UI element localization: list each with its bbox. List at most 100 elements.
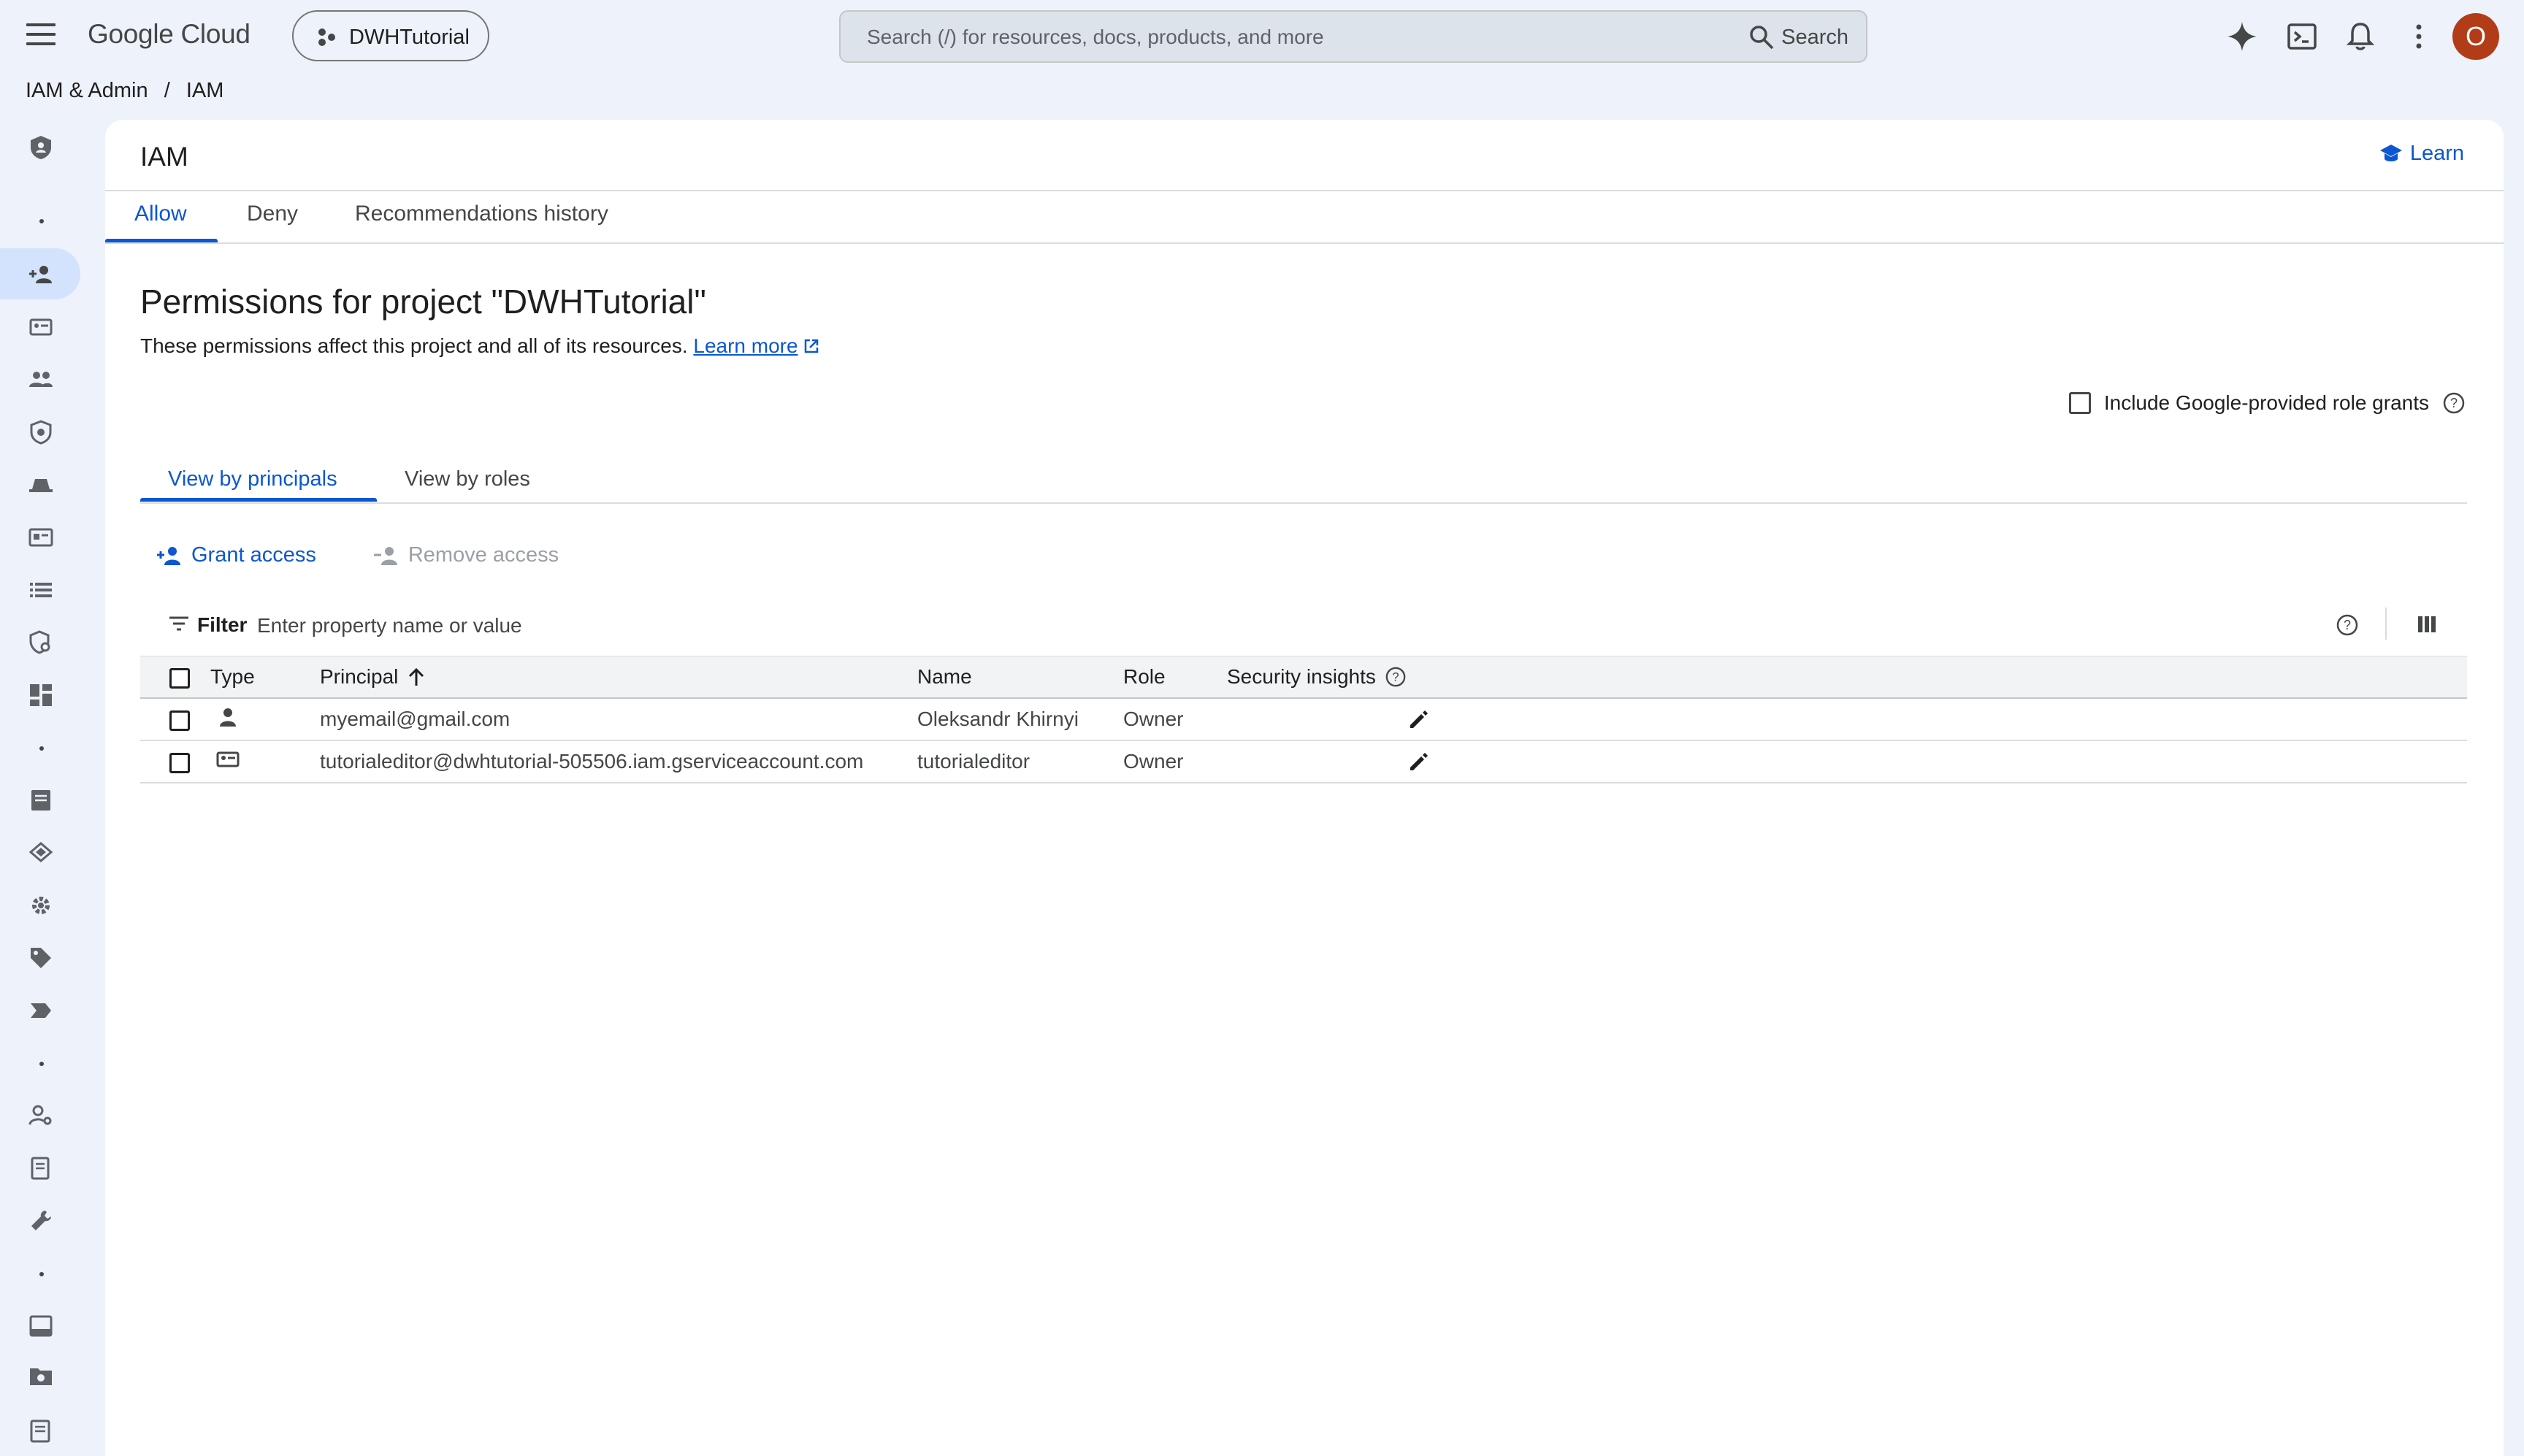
main-panel: IAM Learn Allow Deny Recommendations his…: [105, 120, 2504, 1456]
search-icon: [1750, 26, 1774, 50]
include-google-grants-checkbox[interactable]: [2068, 392, 2091, 414]
learn-label: Learn: [2409, 142, 2464, 165]
folder-settings-icon[interactable]: [28, 1363, 54, 1389]
list-icon[interactable]: [28, 577, 54, 603]
rail-dot: [39, 1272, 44, 1276]
filter-label: Filter: [197, 613, 248, 636]
rail-dot: [39, 746, 44, 751]
dashboard-grid-icon[interactable]: [28, 682, 54, 708]
tag-icon[interactable]: [28, 945, 54, 971]
tab-deny[interactable]: Deny: [247, 202, 298, 226]
project-picker[interactable]: DWHTutorial: [292, 10, 489, 61]
service-account-icon: [216, 751, 240, 767]
header-principal: Principal: [320, 665, 399, 688]
svg-text:?: ?: [2450, 396, 2458, 410]
table-row: myemail@gmail.com Oleksandr Khirnyi Owne…: [140, 698, 2467, 741]
learn-more-link[interactable]: Learn more: [693, 334, 798, 357]
gemini-sparkle-icon[interactable]: [2226, 20, 2258, 53]
include-google-grants[interactable]: Include Google-provided role grants ?: [2068, 391, 2466, 415]
rail-dot: [39, 1062, 44, 1066]
permissions-description: These permissions affect this project an…: [140, 334, 819, 358]
privacy-hat-icon[interactable]: [28, 472, 54, 498]
account-avatar[interactable]: O: [2452, 13, 2499, 60]
header-role[interactable]: Role: [1123, 656, 1227, 699]
row-checkbox[interactable]: [169, 752, 190, 773]
svg-text:?: ?: [1392, 670, 1399, 684]
search-button[interactable]: Search: [1749, 22, 1848, 53]
notes-icon[interactable]: [28, 1418, 54, 1444]
row-checkbox[interactable]: [169, 710, 190, 731]
main-menu-icon[interactable]: [26, 23, 56, 47]
filter-input[interactable]: [256, 610, 2011, 641]
add-person-icon: [157, 546, 180, 565]
type-cell: [210, 698, 320, 741]
row-select-cell: [140, 698, 210, 741]
select-all-checkbox[interactable]: [169, 667, 190, 689]
breadcrumb: IAM & Admin / IAM: [26, 79, 234, 103]
tab-view-by-roles[interactable]: View by roles: [405, 467, 530, 491]
help-circle-icon[interactable]: ?: [2336, 613, 2359, 637]
header-principal-cell[interactable]: Principal: [320, 656, 917, 699]
actions-cell: [1448, 698, 2467, 741]
sort-ascending-icon[interactable]: [407, 667, 426, 687]
iam-shield-icon[interactable]: [28, 134, 54, 161]
breadcrumb-iam-admin[interactable]: IAM & Admin: [26, 79, 148, 102]
person-icon: [220, 708, 236, 727]
groups-icon[interactable]: [28, 367, 54, 393]
help-circle-icon[interactable]: ?: [1385, 666, 1407, 688]
identity-card-icon[interactable]: [28, 524, 54, 551]
name-cell: tutorialeditor: [917, 740, 1123, 783]
layers-icon[interactable]: [28, 840, 54, 866]
cloud-shell-icon[interactable]: [2286, 20, 2318, 53]
settings-gear-icon[interactable]: [28, 892, 54, 919]
rail-dot: [39, 219, 44, 223]
header-name[interactable]: Name: [917, 656, 1123, 699]
row-select-cell: [140, 740, 210, 783]
include-google-grants-label: Include Google-provided role grants: [2103, 391, 2429, 414]
tab-allow[interactable]: Allow: [134, 202, 187, 226]
column-display-icon[interactable]: [2416, 613, 2438, 635]
role-cell: Owner: [1123, 740, 1227, 783]
edit-pencil-icon[interactable]: [1407, 708, 1430, 732]
open-in-new-icon: [805, 339, 819, 353]
page-title: IAM: [140, 142, 188, 172]
audit-log-icon[interactable]: [28, 1155, 54, 1181]
search-bar[interactable]: Search: [839, 10, 1867, 63]
wrench-icon[interactable]: [28, 1208, 54, 1234]
policy-search-icon[interactable]: [28, 629, 54, 656]
search-input[interactable]: [865, 22, 1672, 53]
person-search-icon[interactable]: [28, 1103, 54, 1129]
security-insights-cell: [1227, 698, 1448, 741]
header-type[interactable]: Type: [210, 656, 320, 699]
document-icon[interactable]: [28, 787, 54, 813]
breadcrumb-separator: /: [164, 79, 170, 102]
learn-button[interactable]: Learn: [2379, 142, 2464, 166]
storage-icon[interactable]: [28, 1313, 54, 1339]
header-security-insights-cell: Security insights ?: [1227, 656, 1448, 699]
name-cell: Oleksandr Khirnyi: [917, 698, 1123, 741]
tab-view-by-principals[interactable]: View by principals: [168, 467, 337, 491]
grant-access-button[interactable]: Grant access: [156, 543, 316, 567]
service-account-nav-icon[interactable]: [28, 314, 54, 340]
more-vert-icon[interactable]: [2403, 20, 2435, 53]
help-circle-icon[interactable]: ?: [2442, 391, 2466, 415]
header-select-cell: [140, 656, 210, 699]
actions-cell: [1448, 740, 2467, 783]
add-person-icon[interactable]: [28, 261, 54, 288]
filter-icon: [169, 616, 188, 631]
role-cell: Owner: [1123, 698, 1227, 741]
table-header-row: Type Principal Name Role Security insigh…: [140, 656, 2467, 699]
google-cloud-logo[interactable]: Google Cloud: [88, 19, 251, 50]
security-insights-cell: [1227, 740, 1448, 783]
top-bar: Google Cloud DWHTutorial Search O: [0, 0, 2524, 73]
tab-recommendations-history[interactable]: Recommendations history: [355, 202, 608, 226]
notifications-bell-icon[interactable]: [2344, 20, 2376, 53]
edit-pencil-icon[interactable]: [1407, 751, 1430, 774]
remove-access-button[interactable]: Remove access: [373, 543, 559, 567]
breadcrumb-iam[interactable]: IAM: [186, 79, 224, 102]
label-arrow-icon[interactable]: [28, 997, 54, 1024]
policy-tabs: Allow Deny Recommendations history: [105, 190, 2504, 244]
active-tab-indicator: [105, 239, 218, 242]
grant-access-label: Grant access: [191, 543, 316, 567]
security-shield-icon[interactable]: [28, 419, 54, 445]
